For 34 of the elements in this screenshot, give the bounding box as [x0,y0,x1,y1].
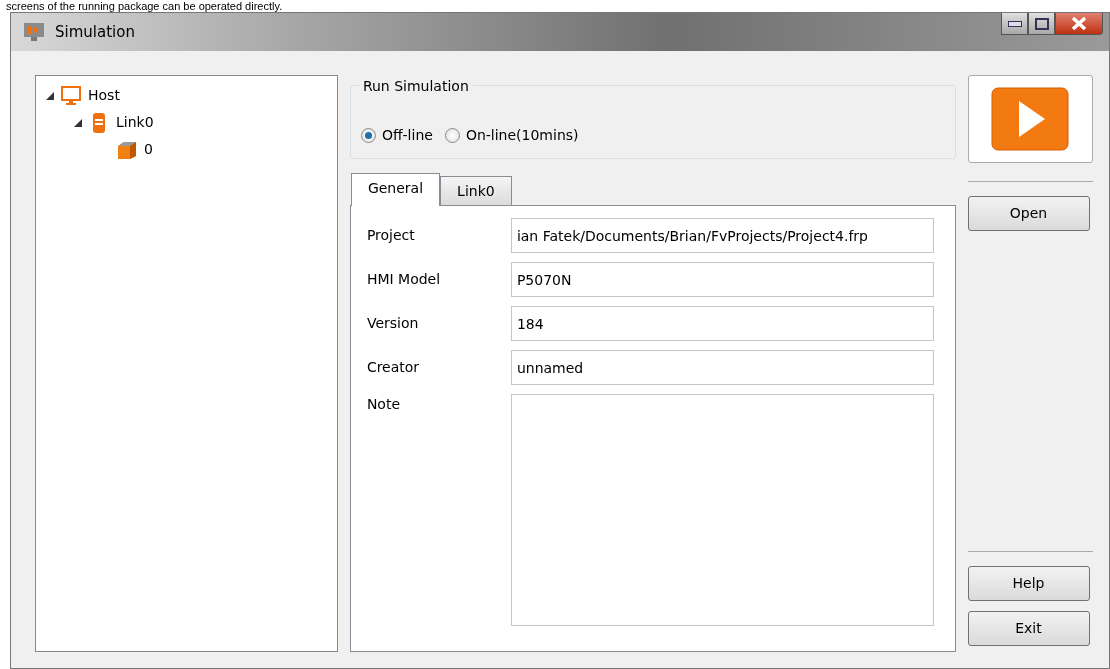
radio-option[interactable]: On-line(10mins) [444,112,579,158]
minimize-icon [1007,20,1022,27]
collapse-arrow-icon[interactable] [74,118,82,127]
tree-item[interactable]: Link0 [116,112,154,133]
close-button[interactable] [1055,13,1103,35]
input-field[interactable]: 184 [510,306,934,341]
open-button[interactable]: Open [967,196,1090,231]
play-icon [991,87,1070,151]
maximize-button[interactable] [1028,13,1055,35]
minimize-button[interactable] [1001,13,1028,35]
note-field[interactable] [510,394,934,626]
tab[interactable]: General [350,173,441,206]
exit-button[interactable]: Exit [967,611,1090,646]
help-button[interactable]: Help [967,566,1090,601]
caption-text: screens of the running package can be operated directly. [5,0,284,12]
field-label: HMI Model [366,270,442,289]
field-label: Version [366,314,420,333]
field-label: Note [366,395,402,414]
monitor-icon [60,84,82,107]
input-field[interactable]: unnamed [510,350,934,385]
collapse-arrow-icon[interactable] [46,91,54,100]
maximize-icon [1034,17,1049,30]
field-label: Creator [366,358,421,377]
app-icon [23,22,45,42]
field-label: Project [366,226,416,245]
radio-option[interactable]: Off-line [360,112,433,158]
input-field[interactable]: P5070N [510,262,934,297]
tree-item[interactable]: 0 [144,139,153,160]
tree-item[interactable]: Host [88,85,120,106]
tab[interactable]: Link0 [440,176,512,205]
window-title: Simulation [55,21,135,43]
input-field[interactable]: ian Fatek/Documents/Brian/FvProjects/Project4.frp [510,218,934,253]
play-button[interactable] [967,75,1093,163]
close-icon [1071,17,1087,30]
